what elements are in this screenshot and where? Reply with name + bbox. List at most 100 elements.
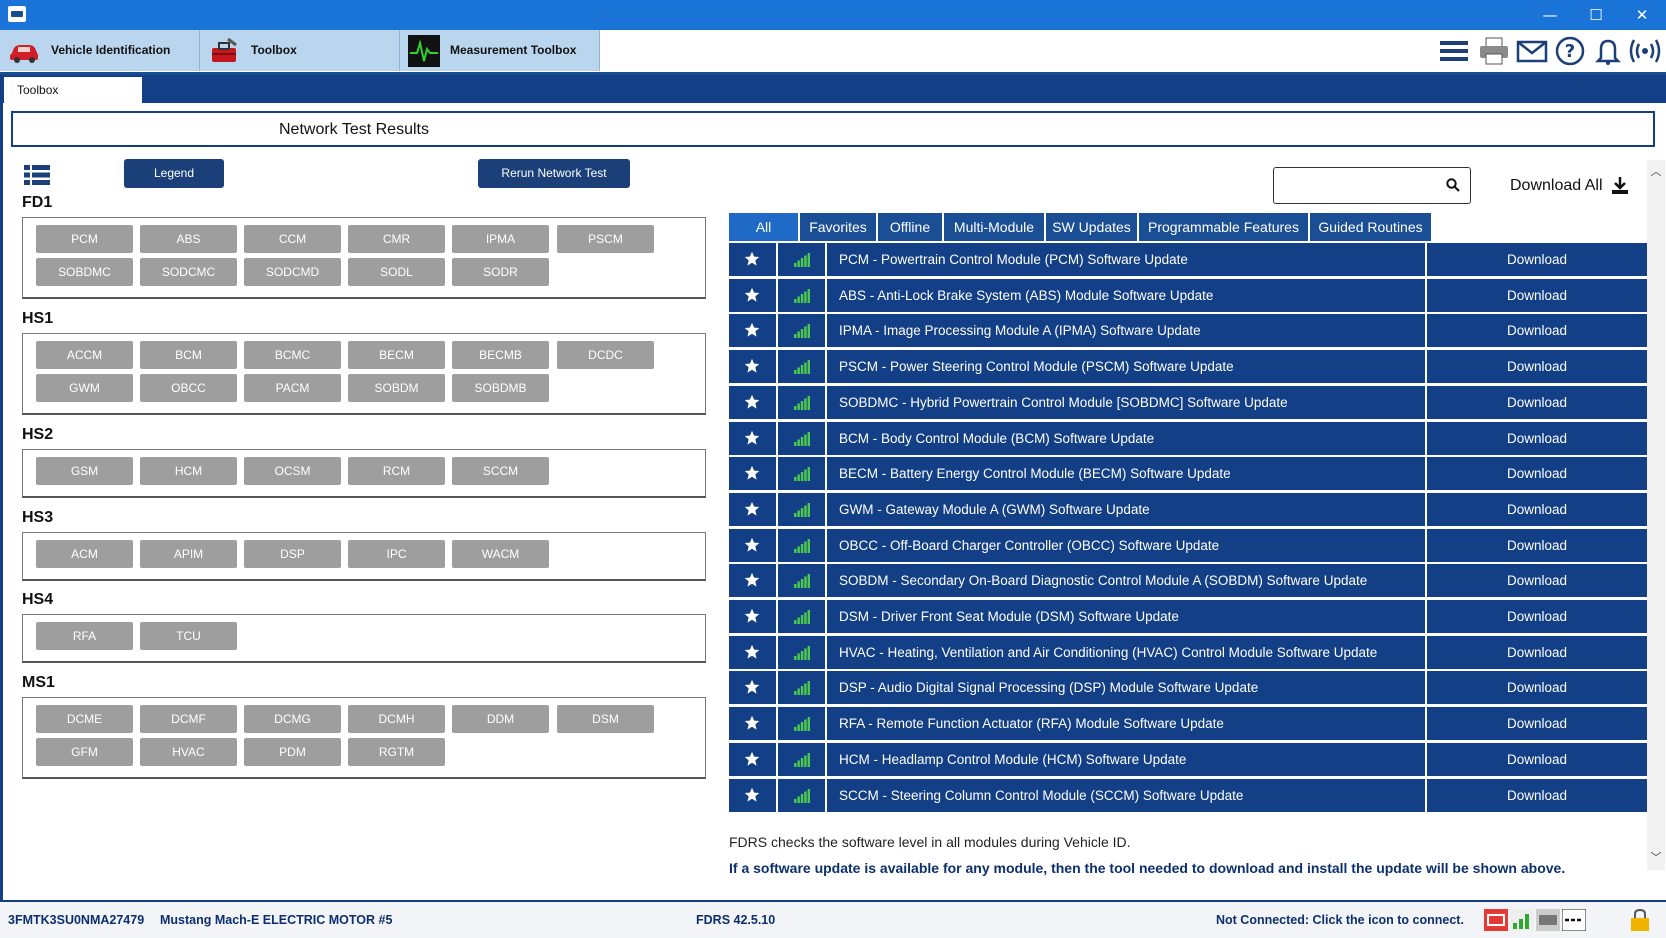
- module-button-pacm[interactable]: PACM: [244, 374, 341, 402]
- module-button-tcu[interactable]: TCU: [140, 622, 237, 650]
- bell-icon[interactable]: [1592, 36, 1624, 66]
- download-button[interactable]: Download: [1427, 314, 1647, 348]
- module-button-sodcmc[interactable]: SODCMC: [140, 258, 237, 286]
- favorite-cell[interactable]: [729, 421, 776, 455]
- vcm-disconnected-icon[interactable]: [1484, 909, 1508, 931]
- update-description[interactable]: SOBDMC - Hybrid Powertrain Control Modul…: [827, 385, 1425, 419]
- download-button[interactable]: Download: [1427, 350, 1647, 384]
- download-button[interactable]: Download: [1427, 600, 1647, 633]
- tab-toolbox[interactable]: Toolbox: [200, 30, 400, 71]
- favorite-cell[interactable]: [729, 243, 776, 276]
- module-button-sodr[interactable]: SODR: [452, 258, 549, 286]
- update-description[interactable]: HCM - Headlamp Control Module (HCM) Soft…: [827, 742, 1425, 776]
- star-icon[interactable]: [744, 787, 760, 803]
- legend-button[interactable]: Legend: [124, 159, 224, 188]
- module-button-accm[interactable]: ACCM: [36, 341, 133, 369]
- module-button-rcm[interactable]: RCM: [348, 457, 445, 485]
- module-button-obcc[interactable]: OBCC: [140, 374, 237, 402]
- module-button-sobdm[interactable]: SOBDM: [348, 374, 445, 402]
- update-description[interactable]: SOBDM - Secondary On-Board Diagnostic Co…: [827, 564, 1425, 598]
- vertical-scrollbar[interactable]: ︿ ﹀: [1647, 160, 1665, 870]
- close-button[interactable]: ✕: [1619, 3, 1665, 27]
- star-icon[interactable]: [744, 572, 760, 588]
- module-button-sobdmb[interactable]: SOBDMB: [452, 374, 549, 402]
- module-button-ipc[interactable]: IPC: [348, 540, 445, 568]
- update-description[interactable]: IPMA - Image Processing Module A (IPMA) …: [827, 314, 1425, 348]
- module-button-dsm[interactable]: DSM: [557, 705, 654, 733]
- module-button-ccm[interactable]: CCM: [244, 225, 341, 253]
- module-button-sodcmd[interactable]: SODCMD: [244, 258, 341, 286]
- download-icon[interactable]: [1612, 177, 1628, 194]
- filter-tab-offline[interactable]: Offline: [878, 213, 942, 241]
- scroll-down-icon[interactable]: ﹀: [1650, 852, 1662, 864]
- star-icon[interactable]: [744, 501, 760, 517]
- minimize-button[interactable]: —: [1527, 3, 1573, 27]
- favorite-cell[interactable]: [729, 385, 776, 419]
- star-icon[interactable]: [744, 394, 760, 410]
- list-view-icon[interactable]: [24, 165, 50, 185]
- module-button-hvac[interactable]: HVAC: [140, 738, 237, 766]
- adapter-icon[interactable]: [1536, 909, 1560, 931]
- favorite-cell[interactable]: [729, 564, 776, 598]
- module-button-hcm[interactable]: HCM: [140, 457, 237, 485]
- download-button[interactable]: Download: [1427, 742, 1647, 776]
- download-all-button[interactable]: Download All: [1510, 177, 1603, 195]
- favorite-cell[interactable]: [729, 278, 776, 312]
- signal-strength-icon[interactable]: [1510, 909, 1534, 931]
- star-icon[interactable]: [744, 251, 760, 267]
- favorite-cell[interactable]: [729, 635, 776, 669]
- update-description[interactable]: DSP - Audio Digital Signal Processing (D…: [827, 671, 1425, 705]
- update-description[interactable]: DSM - Driver Front Seat Module (DSM) Sof…: [827, 600, 1425, 633]
- update-description[interactable]: RFA - Remote Function Actuator (RFA) Mod…: [827, 707, 1425, 741]
- module-button-rgtm[interactable]: RGTM: [348, 738, 445, 766]
- help-icon[interactable]: ?: [1554, 36, 1586, 66]
- module-button-gsm[interactable]: GSM: [36, 457, 133, 485]
- module-button-becmb[interactable]: BECMB: [452, 341, 549, 369]
- update-description[interactable]: PSCM - Power Steering Control Module (PS…: [827, 350, 1425, 384]
- star-icon[interactable]: [744, 751, 760, 767]
- favorite-cell[interactable]: [729, 528, 776, 562]
- favorite-cell[interactable]: [729, 742, 776, 776]
- download-button[interactable]: Download: [1427, 421, 1647, 455]
- wireless-icon[interactable]: [1629, 36, 1661, 66]
- star-icon[interactable]: [744, 644, 760, 660]
- mail-icon[interactable]: [1516, 36, 1548, 66]
- star-icon[interactable]: [744, 537, 760, 553]
- module-button-pdm[interactable]: PDM: [244, 738, 341, 766]
- module-button-ipma[interactable]: IPMA: [452, 225, 549, 253]
- star-icon[interactable]: [744, 358, 760, 374]
- module-button-dcmf[interactable]: DCMF: [140, 705, 237, 733]
- module-button-becm[interactable]: BECM: [348, 341, 445, 369]
- star-icon[interactable]: [744, 287, 760, 303]
- module-button-dsp[interactable]: DSP: [244, 540, 341, 568]
- favorite-cell[interactable]: [729, 600, 776, 633]
- module-button-dcme[interactable]: DCME: [36, 705, 133, 733]
- star-icon[interactable]: [744, 608, 760, 624]
- download-button[interactable]: Download: [1427, 528, 1647, 562]
- tab-toolbox-inner[interactable]: Toolbox: [4, 77, 142, 103]
- update-description[interactable]: BECM - Battery Energy Control Module (BE…: [827, 457, 1425, 491]
- update-description[interactable]: PCM - Powertrain Control Module (PCM) So…: [827, 243, 1425, 276]
- download-button[interactable]: Download: [1427, 457, 1647, 491]
- download-button[interactable]: Download: [1427, 564, 1647, 598]
- maximize-button[interactable]: ☐: [1573, 3, 1619, 27]
- update-description[interactable]: HVAC - Heating, Ventilation and Air Cond…: [827, 635, 1425, 669]
- favorite-cell[interactable]: [729, 457, 776, 491]
- filter-tab-multi-module[interactable]: Multi-Module: [944, 213, 1044, 241]
- filter-tab-programmable-features[interactable]: Programmable Features: [1139, 213, 1308, 241]
- favorite-cell[interactable]: [729, 778, 776, 812]
- update-description[interactable]: BCM - Body Control Module (BCM) Software…: [827, 421, 1425, 455]
- tab-measurement-toolbox[interactable]: Measurement Toolbox: [400, 30, 600, 71]
- network-dash-icon[interactable]: [1562, 909, 1586, 931]
- search-input[interactable]: [1273, 167, 1471, 204]
- filter-tab-sw-updates[interactable]: SW Updates: [1046, 213, 1137, 241]
- filter-tab-guided-routines[interactable]: Guided Routines: [1310, 213, 1431, 241]
- filter-tab-all[interactable]: All: [729, 213, 798, 241]
- module-button-dcmh[interactable]: DCMH: [348, 705, 445, 733]
- module-button-gfm[interactable]: GFM: [36, 738, 133, 766]
- download-button[interactable]: Download: [1427, 707, 1647, 741]
- module-button-sobdmc[interactable]: SOBDMC: [36, 258, 133, 286]
- download-button[interactable]: Download: [1427, 278, 1647, 312]
- update-description[interactable]: GWM - Gateway Module A (GWM) Software Up…: [827, 492, 1425, 526]
- star-icon[interactable]: [744, 465, 760, 481]
